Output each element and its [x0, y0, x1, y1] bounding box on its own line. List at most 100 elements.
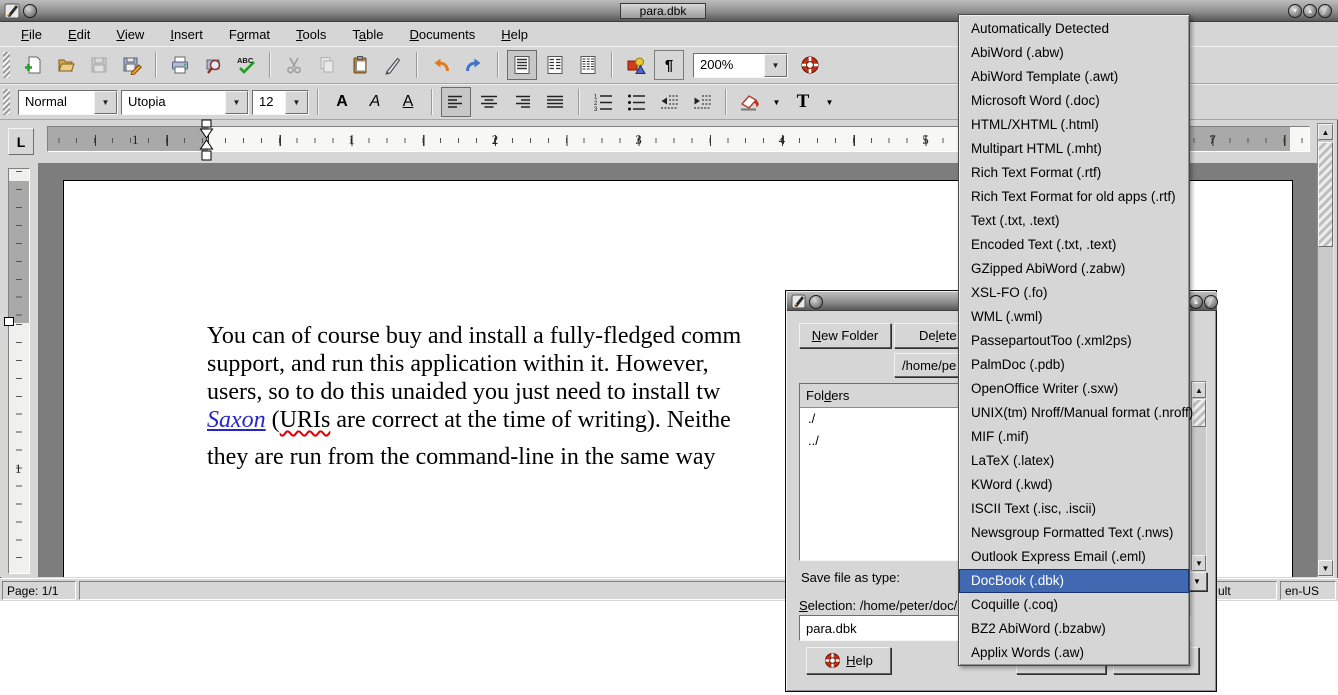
save-as-button[interactable]: [117, 50, 147, 80]
menu-item[interactable]: Format: [216, 24, 283, 45]
show-formatting-button[interactable]: ¶: [654, 50, 684, 80]
file-type-option[interactable]: Microsoft Word (.doc): [959, 89, 1189, 113]
scroll-down-icon[interactable]: ▼: [1192, 555, 1206, 571]
toolbar-grip[interactable]: [3, 52, 10, 78]
view-normal-layout-button[interactable]: [507, 50, 537, 80]
close-icon[interactable]: ╱: [1204, 295, 1218, 309]
minimize-icon[interactable]: ▾: [1288, 4, 1302, 18]
view-two-column-button[interactable]: [540, 50, 570, 80]
file-type-option[interactable]: GZipped AbiWord (.zabw): [959, 257, 1189, 281]
spellcheck-button[interactable]: ABC: [231, 50, 261, 80]
increase-indent-button[interactable]: [687, 87, 717, 117]
align-center-button[interactable]: [474, 87, 504, 117]
copy-button[interactable]: [312, 50, 342, 80]
close-icon[interactable]: ╱: [1318, 4, 1332, 18]
file-type-option[interactable]: Newsgroup Formatted Text (.nws): [959, 521, 1189, 545]
open-button[interactable]: [51, 50, 81, 80]
document-scrollbar[interactable]: ▲ ▼: [1317, 123, 1334, 577]
file-type-option[interactable]: Text (.txt, .text): [959, 209, 1189, 233]
italic-button[interactable]: A: [360, 87, 390, 117]
paste-button[interactable]: [345, 50, 375, 80]
highlight-color-button[interactable]: [735, 87, 765, 117]
font-combobox[interactable]: Utopia ▼: [121, 90, 249, 115]
help-button[interactable]: [795, 50, 825, 80]
file-type-option[interactable]: DocBook (.dbk): [959, 569, 1189, 593]
toolbar-grip[interactable]: [3, 89, 10, 115]
menu-item[interactable]: Edit: [55, 24, 103, 45]
file-type-option[interactable]: Rich Text Format for old apps (.rtf): [959, 185, 1189, 209]
print-preview-button[interactable]: [198, 50, 228, 80]
file-type-option[interactable]: AbiWord Template (.awt): [959, 65, 1189, 89]
style-combobox[interactable]: Normal ▼: [18, 90, 118, 115]
save-button[interactable]: [84, 50, 114, 80]
menu-item[interactable]: Documents: [397, 24, 489, 45]
align-right-button[interactable]: [507, 87, 537, 117]
file-type-option[interactable]: ISCII Text (.isc, .iscii): [959, 497, 1189, 521]
file-type-option[interactable]: UNIX(tm) Nroff/Manual format (.nroff): [959, 401, 1189, 425]
insert-image-button[interactable]: [621, 50, 651, 80]
file-type-option[interactable]: PassepartoutToo (.xml2ps): [959, 329, 1189, 353]
window-menu-button[interactable]: ·: [809, 295, 823, 309]
save-type-combobox-arrow[interactable]: ▼: [1187, 572, 1207, 591]
menu-item[interactable]: File: [8, 24, 55, 45]
vertical-ruler[interactable]: 1: [8, 168, 30, 574]
scrollbar-thumb[interactable]: [1318, 142, 1333, 247]
chevron-down-icon[interactable]: ▼: [225, 91, 248, 114]
file-type-option[interactable]: WML (.wml): [959, 305, 1189, 329]
underline-button[interactable]: A: [393, 87, 423, 117]
file-type-option[interactable]: HTML/XHTML (.html): [959, 113, 1189, 137]
scroll-up-icon[interactable]: ▲: [1318, 124, 1333, 140]
redo-button[interactable]: [459, 50, 489, 80]
menu-item[interactable]: Insert: [157, 24, 216, 45]
scroll-down-icon[interactable]: ▼: [1318, 560, 1333, 576]
new-document-button[interactable]: [18, 50, 48, 80]
files-list-scrollbar[interactable]: ▲ ▼: [1191, 381, 1207, 571]
saxon-hyperlink[interactable]: Saxon: [207, 407, 266, 433]
scroll-up-icon[interactable]: ▲: [1192, 382, 1206, 398]
folder-item[interactable]: ../: [800, 430, 960, 452]
menu-item[interactable]: Table: [339, 24, 396, 45]
chevron-down-icon[interactable]: ▼: [285, 91, 308, 114]
highlight-color-dropdown-arrow[interactable]: ▼: [768, 87, 785, 117]
file-type-option[interactable]: Encoded Text (.txt, .text): [959, 233, 1189, 257]
file-type-option[interactable]: KWord (.kwd): [959, 473, 1189, 497]
undo-button[interactable]: [426, 50, 456, 80]
print-button[interactable]: [165, 50, 195, 80]
font-color-button[interactable]: T: [788, 87, 818, 117]
numbered-list-button[interactable]: 123: [588, 87, 618, 117]
maximize-icon[interactable]: ▴: [1189, 295, 1203, 309]
align-left-button[interactable]: [441, 87, 471, 117]
file-type-option[interactable]: Outlook Express Email (.eml): [959, 545, 1189, 569]
file-type-option[interactable]: AbiWord (.abw): [959, 41, 1189, 65]
tab-stop-selector[interactable]: L: [8, 128, 34, 155]
chevron-down-icon[interactable]: ▼: [94, 91, 117, 114]
maximize-icon[interactable]: ▴: [1303, 4, 1317, 18]
help-button[interactable]: Help: [806, 647, 891, 674]
menu-item[interactable]: View: [103, 24, 157, 45]
bullet-list-button[interactable]: [621, 87, 651, 117]
align-justify-button[interactable]: [540, 87, 570, 117]
file-type-option[interactable]: Coquille (.coq): [959, 593, 1189, 617]
file-type-option[interactable]: Automatically Detected: [959, 17, 1189, 41]
menu-item[interactable]: Tools: [283, 24, 339, 45]
chevron-down-icon[interactable]: ▼: [764, 54, 787, 77]
decrease-indent-button[interactable]: [654, 87, 684, 117]
file-type-option[interactable]: Applix Words (.aw): [959, 641, 1189, 665]
scrollbar-thumb[interactable]: [1192, 399, 1206, 427]
cut-button[interactable]: [279, 50, 309, 80]
language-indicator[interactable]: en-US: [1280, 581, 1336, 600]
zoom-combobox[interactable]: 200% ▼: [693, 53, 788, 78]
file-type-option[interactable]: LaTeX (.latex): [959, 449, 1189, 473]
view-three-column-button[interactable]: [573, 50, 603, 80]
bold-button[interactable]: A: [327, 87, 357, 117]
file-type-option[interactable]: MIF (.mif): [959, 425, 1189, 449]
font-size-combobox[interactable]: 12 ▼: [252, 90, 309, 115]
folder-item[interactable]: ./: [800, 408, 960, 430]
menu-item[interactable]: Help: [488, 24, 541, 45]
folders-list-header[interactable]: Folders: [800, 384, 960, 408]
format-painter-button[interactable]: [378, 50, 408, 80]
file-type-option[interactable]: BZ2 AbiWord (.bzabw): [959, 617, 1189, 641]
file-type-option[interactable]: Multipart HTML (.mht): [959, 137, 1189, 161]
file-type-option[interactable]: XSL-FO (.fo): [959, 281, 1189, 305]
window-menu-button[interactable]: ·: [23, 4, 37, 18]
